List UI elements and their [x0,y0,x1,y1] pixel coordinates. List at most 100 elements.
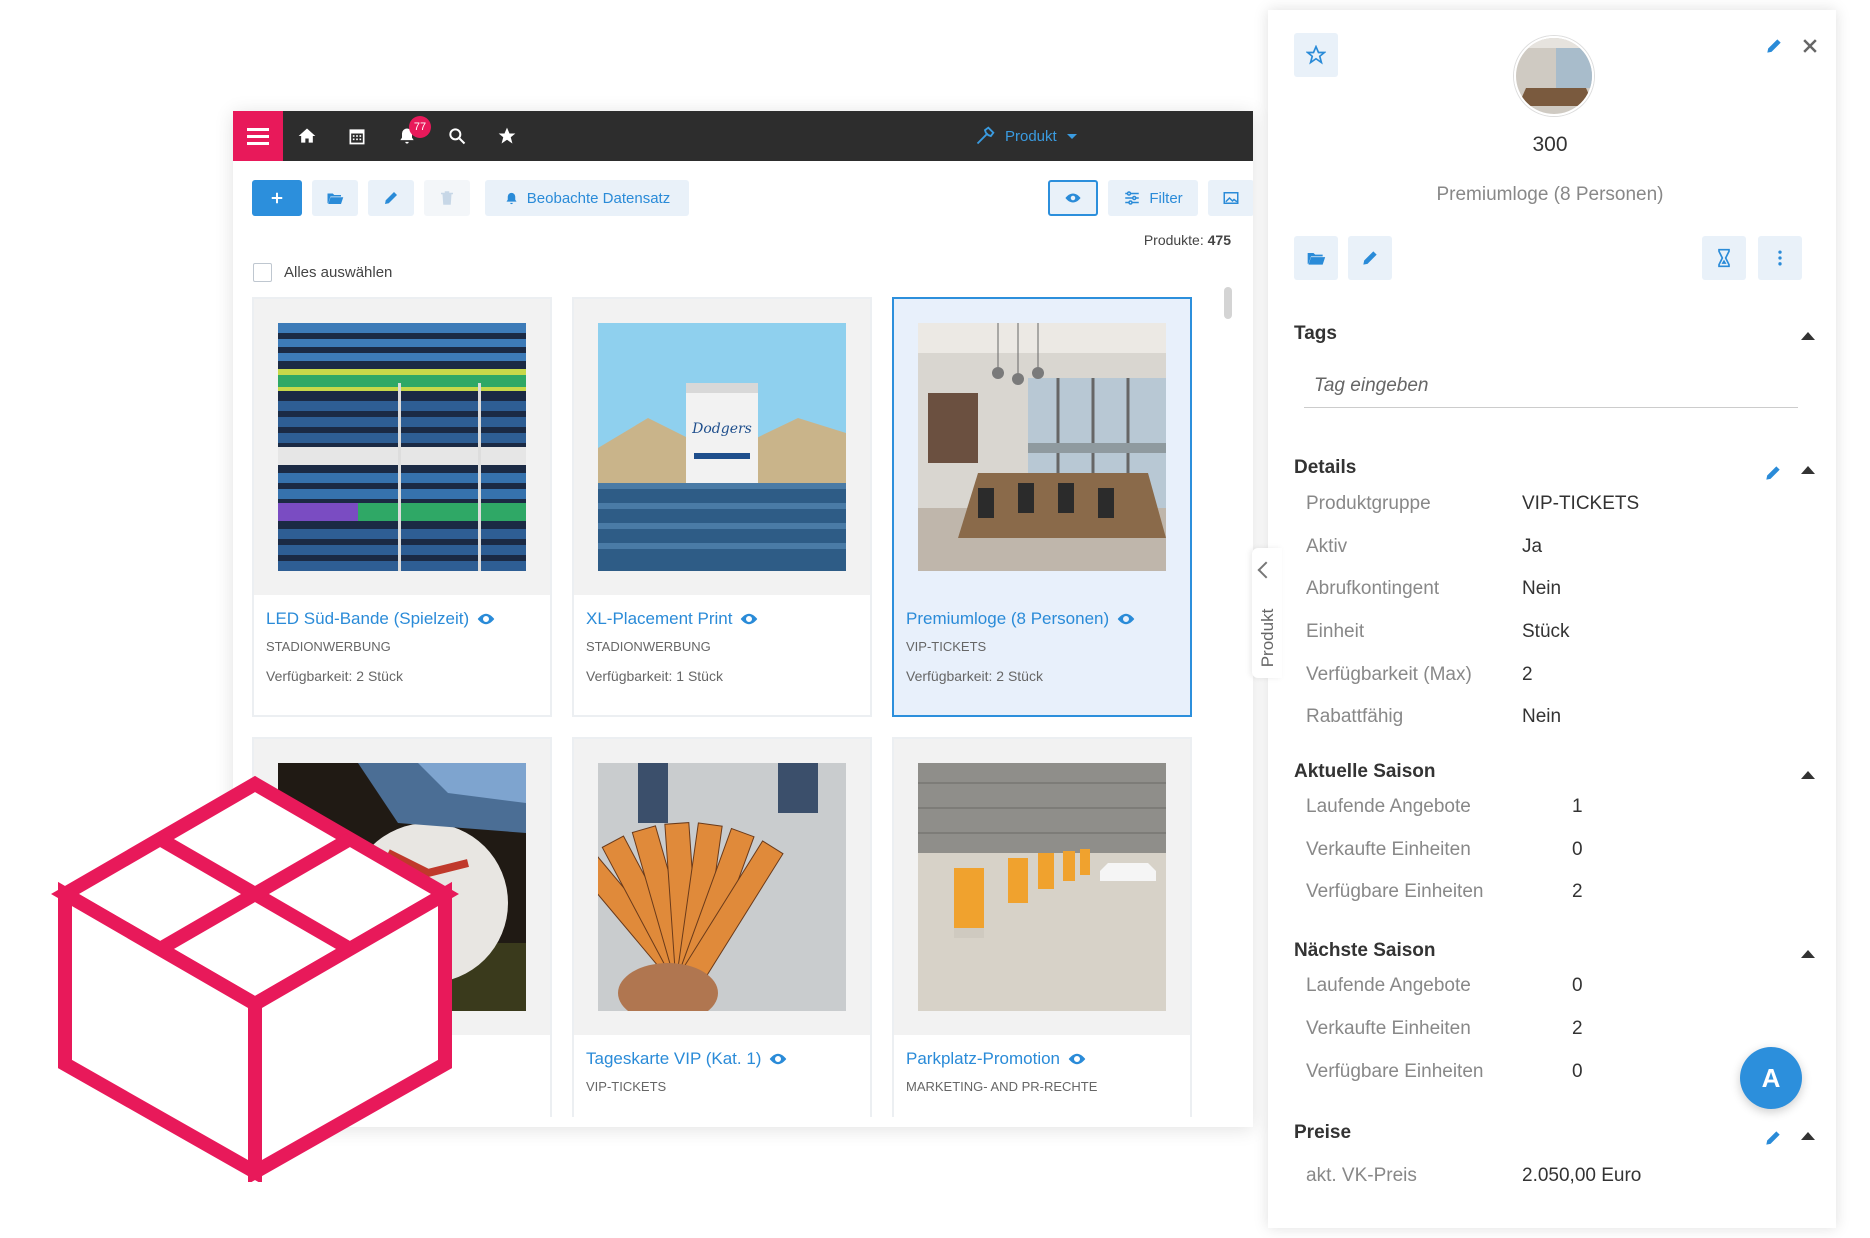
card-category: VIP-TICKETS [906,639,987,654]
detail-value: 1 [1572,796,1583,817]
card-title[interactable]: XL-Placement Print [586,609,758,629]
edit-prices-button[interactable] [1762,1127,1784,1149]
pencil-icon [1363,251,1377,265]
record-count-label: Produkte: [1143,232,1204,248]
detail-row: Verfügbare Einheiten 2 [1306,881,1826,911]
select-all[interactable]: Alles auswählen [253,263,392,282]
star-outline-icon [1306,45,1326,65]
card-title[interactable]: LED Süd-Bande (Spielzeit) [266,609,495,629]
scrollbar-thumb[interactable] [1224,287,1232,319]
edit-details-button[interactable] [1762,462,1784,484]
card-title[interactable]: Premiumloge (8 Personen) [906,609,1135,629]
card-title[interactable]: Tageskarte VIP (Kat. 1) [586,1049,787,1069]
hamburger-menu-button[interactable] [233,111,283,161]
detail-value: 0 [1572,839,1583,860]
product-card-selected[interactable]: Premiumloge (8 Personen) VIP-TICKETS Ver… [892,297,1192,717]
bell-icon [506,192,517,204]
collapse-details-icon[interactable] [1801,466,1815,474]
detail-row: Verkaufte Einheiten 2 [1306,1018,1826,1048]
detail-side-panel: Produkt 300 Premiumloge (8 Personen) Tag… [1252,0,1848,1238]
detail-key: Verfügbare Einheiten [1306,881,1484,902]
side-panel-collapse-tab[interactable]: Produkt [1252,548,1282,678]
watch-record-button[interactable]: Beobachte Datensatz [485,180,689,216]
detail-value: Nein [1522,706,1562,727]
folder-open-icon [1307,253,1326,265]
details-section-title: Details [1294,457,1357,478]
assistant-fab-button[interactable]: A [1740,1047,1802,1109]
detail-key: Verkaufte Einheiten [1306,1018,1471,1039]
hourglass-icon [1718,248,1730,268]
product-card[interactable]: Dodgers XL-Placement Print STADIONWERBUN… [572,297,872,717]
select-all-checkbox[interactable] [253,263,272,282]
more-vertical-icon [1778,250,1782,266]
favorites-star-icon[interactable] [495,124,519,148]
select-all-label: Alles auswählen [284,264,393,281]
home-icon[interactable] [295,124,319,148]
card-image-frame [894,299,1190,595]
card-category: STADIONWERBUNG [266,639,391,654]
favorite-button[interactable] [1294,33,1338,77]
detail-value: Stück [1522,621,1570,642]
eye-icon[interactable] [1117,613,1135,625]
detail-row: Verfügbarkeit (Max) 2 [1306,664,1826,694]
collapse-prices-icon[interactable] [1801,1132,1815,1140]
collapse-tags-icon[interactable] [1801,332,1815,340]
history-button[interactable] [1702,236,1746,280]
calendar-icon[interactable] [345,124,369,148]
product-card[interactable]: LED Süd-Bande (Spielzeit) STADIONWERBUNG… [252,297,552,717]
product-card[interactable]: Tageskarte VIP (Kat. 1) VIP-TICKETS [572,737,872,1117]
detail-key: Laufende Angebote [1306,975,1471,996]
record-count-value: 475 [1207,232,1231,248]
module-label: Produkt [1005,127,1057,145]
detail-key: Abrufkontingent [1306,578,1440,599]
detail-row: Einheit Stück [1306,621,1826,651]
top-navigation-bar: 77 Produkt [233,111,1253,161]
record-count: Produkte: 475 [1144,232,1231,248]
eye-icon[interactable] [477,613,495,625]
detail-row: Produktgruppe VIP-TICKETS [1306,493,1826,523]
edit-button[interactable] [1348,236,1392,280]
card-category: VIP-TICKETS [586,1079,667,1094]
card-category: STADIONWERBUNG [586,639,711,654]
detail-key: Einheit [1306,621,1365,642]
card-title-text: LED Süd-Bande (Spielzeit) [266,609,470,628]
card-image-frame: Dodgers [574,299,870,595]
collapse-next-season-icon[interactable] [1801,950,1815,958]
search-icon[interactable] [445,124,469,148]
plus-icon [271,192,283,204]
eye-icon[interactable] [769,1053,787,1065]
card-availability: Verfügbarkeit: 1 Stück [586,668,723,684]
detail-key: Verfügbarkeit (Max) [1306,664,1472,685]
edit-button[interactable] [368,180,414,216]
card-title-text: XL-Placement Print [586,609,733,628]
image-view-button[interactable] [1208,180,1253,216]
card-title-text: Premiumloge (8 Personen) [906,609,1110,628]
pencil-icon [1766,1131,1780,1145]
product-card[interactable]: Parkplatz-Promotion MARKETING- AND PR-RE… [892,737,1192,1117]
eye-icon[interactable] [1068,1053,1086,1065]
collapse-current-season-icon[interactable] [1801,771,1815,779]
view-toggle-button[interactable] [1048,180,1098,216]
detail-key: Rabattfähig [1306,706,1404,727]
delete-button[interactable] [424,180,470,216]
close-button[interactable] [1798,34,1822,58]
card-image-frame [254,299,550,595]
product-box-icon [51,775,459,1182]
svg-text:Dodgers: Dodgers [691,421,752,437]
edit-header-button[interactable] [1762,34,1786,58]
open-folder-button[interactable] [1294,236,1338,280]
open-folder-button[interactable] [312,180,358,216]
detail-row: Rabattfähig Nein [1306,706,1826,736]
tag-input[interactable] [1304,364,1798,408]
eye-icon[interactable] [740,613,758,625]
notifications-button[interactable]: 77 [395,116,431,148]
filter-label: Filter [1149,189,1183,207]
filter-button[interactable]: Filter [1108,180,1198,216]
pencil-icon [1766,466,1780,480]
more-options-button[interactable] [1758,236,1802,280]
sliders-icon [1125,191,1140,205]
add-button[interactable] [252,180,302,216]
card-title[interactable]: Parkplatz-Promotion [906,1049,1086,1069]
card-availability: Verfügbarkeit: 2 Stück [266,668,403,684]
module-dropdown[interactable]: Produkt [975,125,1077,147]
